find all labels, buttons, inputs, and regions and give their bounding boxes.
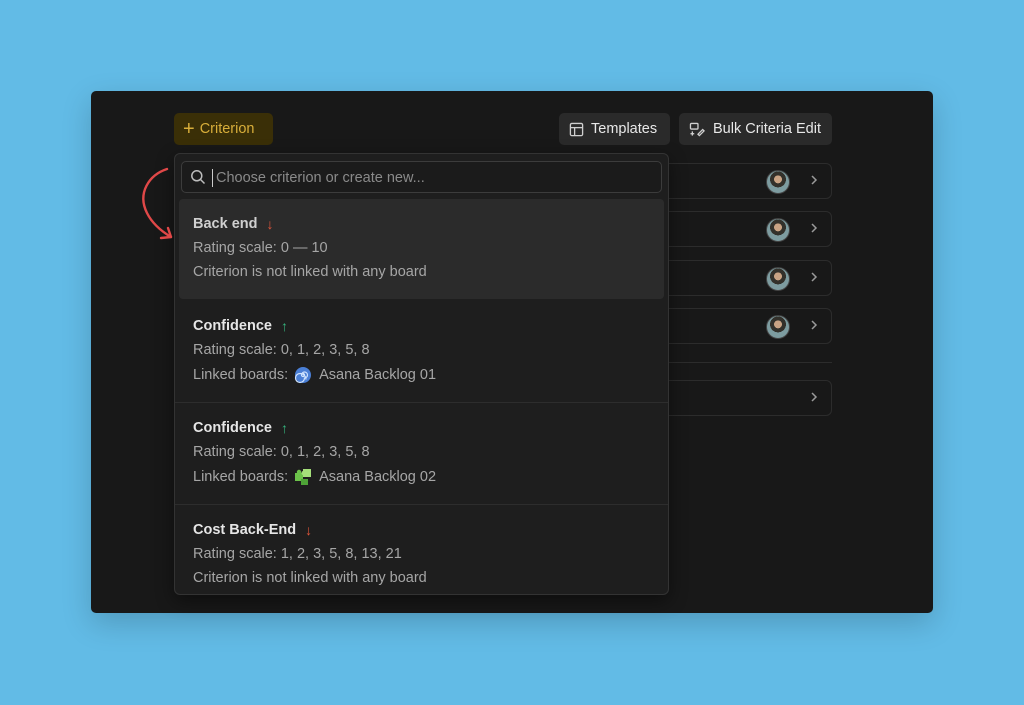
chevron-right-icon [811,223,818,233]
arrow-up-icon: ↑ [280,420,288,436]
add-criterion-button[interactable]: + Criterion [174,113,273,145]
bulk-criteria-edit-label: Bulk Criteria Edit [713,121,821,137]
criteria-row[interactable] [660,260,832,296]
board-name: Asana Backlog 02 [319,469,437,485]
bulk-edit-icon [689,122,705,137]
linked-boards-label: Linked boards: [193,367,289,383]
layout-icon [569,122,584,136]
board-link-status: Criterion is not linked with any board [193,264,427,280]
criteria-row[interactable] [660,163,832,199]
add-criterion-label: Criterion [199,121,255,137]
criterion-option-cost-back-end[interactable]: Cost Back-End ↓ Rating scale: 1, 2, 3, 5… [175,505,668,594]
arrow-up-icon: ↑ [280,318,288,334]
arrow-down-icon: ↓ [305,522,313,538]
plus-icon: + [183,118,195,140]
templates-label: Templates [591,121,658,137]
puzzle-icon [294,468,312,486]
rating-scale: Rating scale: 0 — 10 [193,240,328,256]
criterion-title: Cost Back-End [193,522,297,538]
avatar [766,218,790,242]
criteria-row[interactable] [660,308,832,344]
chevron-right-icon [811,175,818,185]
search-icon [191,170,206,185]
rating-scale: Rating scale: 0, 1, 2, 3, 5, 8 [193,342,370,358]
criterion-title-row: Confidence ↑ [193,318,288,334]
divider [660,362,832,363]
avatar [766,267,790,291]
criterion-dropdown: Back end ↓ Rating scale: 0 — 10 Criterio… [174,153,669,595]
criterion-title: Confidence [193,318,272,334]
templates-button[interactable]: Templates [559,113,670,145]
linked-boards-label: Linked boards: [193,469,289,485]
linked-boards: Linked boards: Asana Backlog 02 [193,468,436,486]
chevron-right-icon [811,392,818,402]
criterion-title-row: Back end ↓ [193,216,273,232]
arrow-down-icon: ↓ [266,216,274,232]
board-name: Asana Backlog 01 [319,367,437,383]
criteria-row[interactable] [660,380,832,416]
criterion-title: Back end [193,216,258,232]
chevron-right-icon [811,320,818,330]
criterion-title-row: Confidence ↑ [193,420,288,436]
avatar [766,170,790,194]
spiral-icon [294,366,312,384]
criterion-title: Confidence [193,420,272,436]
search-input[interactable] [212,169,658,187]
rating-scale: Rating scale: 0, 1, 2, 3, 5, 8 [193,444,370,460]
criterion-option-confidence[interactable]: Confidence ↑ Rating scale: 0, 1, 2, 3, 5… [175,403,668,505]
criteria-row[interactable] [660,211,832,247]
bulk-criteria-edit-button[interactable]: Bulk Criteria Edit [679,113,832,145]
criterion-option-back-end[interactable]: Back end ↓ Rating scale: 0 — 10 Criterio… [179,199,664,299]
search-box[interactable] [181,161,662,193]
criterion-title-row: Cost Back-End ↓ [193,522,312,538]
criterion-option-confidence[interactable]: Confidence ↑ Rating scale: 0, 1, 2, 3, 5… [175,301,668,403]
rating-scale: Rating scale: 1, 2, 3, 5, 8, 13, 21 [193,546,402,562]
avatar [766,315,790,339]
board-link-status: Criterion is not linked with any board [193,570,427,586]
annotation-arrow-icon [142,167,173,240]
chevron-right-icon [811,272,818,282]
linked-boards: Linked boards: Asana Backlog 01 [193,366,436,384]
